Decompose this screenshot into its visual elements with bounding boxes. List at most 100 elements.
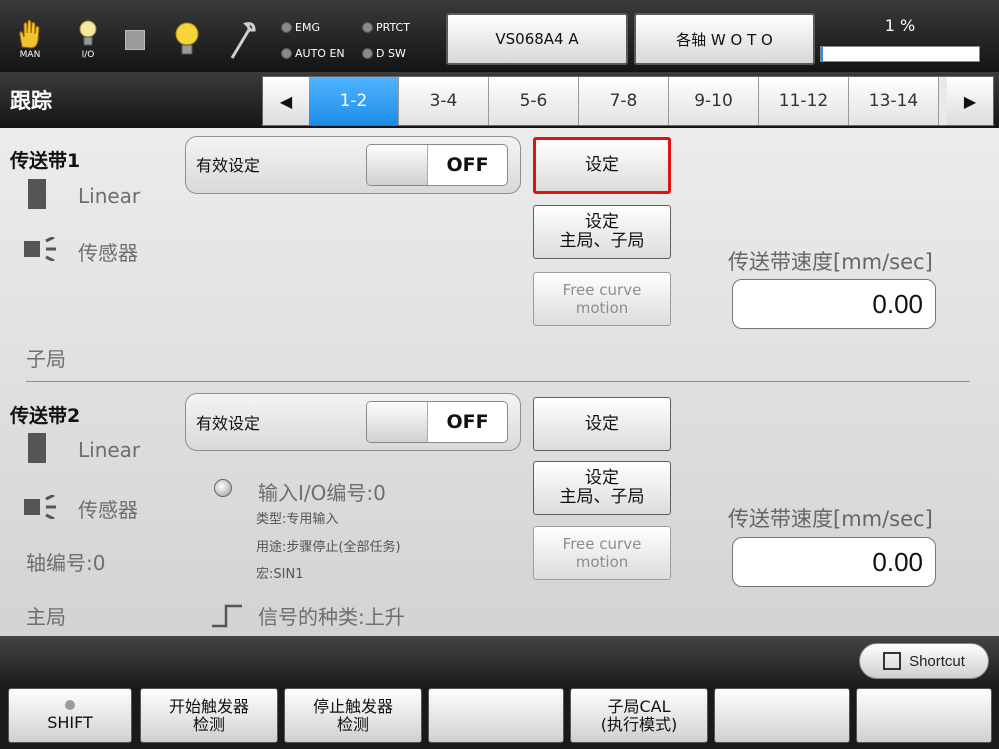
led-label: PRTCT [376,21,410,34]
dsw-led: D SW [362,47,406,60]
conveyor1-speed-label: 传送带速度[mm/sec] [728,250,933,274]
key-label: (执行模式) [600,714,678,734]
linear-icon [28,179,46,209]
bulb-icon [175,22,199,55]
tab-9-10[interactable]: 9-10 [669,77,759,125]
speed-bar[interactable] [820,46,980,62]
tab-1-2[interactable]: 1-2 [309,77,399,125]
conveyor2-sensor: 传感器 [78,498,138,522]
button-line: 设定 [585,212,619,232]
conveyor1-speed-value[interactable]: 0.00 [732,279,936,329]
toggle-value: OFF [446,154,489,176]
speed-percent: 1 % [884,16,916,35]
section-divider [26,381,970,382]
conveyor2-role: 主局 [26,605,66,629]
conveyor2-valid-toggle[interactable]: OFF [366,401,508,443]
button-line: motion [575,553,629,571]
hand-icon [19,19,40,49]
led-label: AUTO EN [295,47,345,60]
tab-11-12[interactable]: 11-12 [759,77,849,125]
speed-bar-fill [821,47,823,61]
shortcut-icon [883,652,902,670]
function-key-7[interactable] [856,688,992,743]
led-label: D SW [376,47,406,60]
function-key-6[interactable] [714,688,850,743]
key-label: 停止触发器 [312,696,393,716]
conveyor1-set-button[interactable]: 设定 [533,137,671,194]
tab-prev-button[interactable]: ◀ [263,77,309,125]
key-label: SHIFT [47,712,93,732]
sensor-icon [24,235,60,265]
shift-key[interactable]: SHIFT [8,688,132,743]
prtct-led: PRTCT [362,21,410,34]
shortcut-row [0,636,999,686]
button-line: 设定 [585,468,619,488]
io-status-indicator [214,479,232,497]
led-label: EMG [295,21,320,34]
rising-edge-icon [212,604,244,632]
tab-next-button[interactable]: ▶ [947,77,993,125]
slave-cal-key[interactable]: 子局CAL (执行模式) [570,688,708,743]
button-line: Free curve [562,535,642,553]
toggle-knob [367,145,428,185]
conveyor2-free-curve-button[interactable]: Free curve motion [533,526,671,580]
tab-7-8[interactable]: 7-8 [579,77,669,125]
page-title: 跟踪 [10,89,52,113]
conveyor2-signal-type: 信号的种类:上升 [258,605,405,629]
conveyor2-set-button[interactable]: 设定 [533,397,671,451]
stop-trigger-detect-key[interactable]: 停止触发器 检测 [284,688,422,743]
io-button[interactable]: I/O [72,14,104,64]
axis-mode-button[interactable]: 各轴 W O T O [634,13,815,65]
lamp-button[interactable] [172,18,202,62]
conveyor1-valid-toggle[interactable]: OFF [366,144,508,186]
auto-en-led: AUTO EN [281,47,345,60]
conveyor2-io-type: 类型:专用输入 [256,512,339,527]
led-dot [281,22,292,33]
shortcut-label: Shortcut [909,652,965,670]
stop-square-icon[interactable] [125,30,145,50]
tab-5-6[interactable]: 5-6 [489,77,579,125]
valid-setting-label: 有效设定 [196,156,261,175]
function-key-4[interactable] [428,688,564,743]
led-dot [281,48,292,59]
conveyor1-type: Linear [78,184,141,208]
button-line: motion [575,299,629,317]
conveyor1-master-slave-button[interactable]: 设定 主局、子局 [533,205,671,259]
conveyor2-title: 传送带2 [10,405,81,427]
sensor-icon [24,493,60,523]
toggle-knob [367,402,428,442]
conveyor1-role: 子局 [26,347,66,371]
tab-strip: ◀ 1-2 3-4 5-6 7-8 9-10 11-12 13-14 ▶ [262,76,994,126]
conveyor2-speed-value[interactable]: 0.00 [732,537,936,587]
triangle-right-icon: ▶ [963,91,977,111]
tab-13-14[interactable]: 13-14 [849,77,939,125]
button-line: 主局、子局 [559,231,645,251]
conveyor2-axis-number: 轴编号:0 [26,551,106,575]
linear-icon [28,433,46,463]
key-label: 子局CAL [607,696,671,716]
conveyor2-io-macro: 宏:SIN1 [256,567,304,582]
led-dot [362,48,373,59]
conveyor1-sensor: 传感器 [78,241,138,265]
tab-3-4[interactable]: 3-4 [399,77,489,125]
toggle-value: OFF [446,411,489,433]
key-label: 检测 [336,714,369,734]
key-label: 检测 [192,714,225,734]
robot-model-button[interactable]: VS068A4 A [446,13,628,65]
manual-mode-button[interactable]: MAN [14,14,46,64]
conveyor1-free-curve-button[interactable]: Free curve motion [533,272,671,326]
bulb-icon [79,20,97,45]
shortcut-button[interactable]: Shortcut [859,643,989,679]
conveyor2-io-number: 输入I/O编号:0 [258,481,386,505]
conveyor2-speed-label: 传送带速度[mm/sec] [728,507,933,531]
conveyor1-title: 传送带1 [10,150,81,172]
conveyor2-master-slave-button[interactable]: 设定 主局、子局 [533,461,671,515]
triangle-left-icon: ◀ [279,91,293,111]
led-dot [362,22,373,33]
shift-led [65,699,75,710]
wrench-icon[interactable] [228,20,258,60]
start-trigger-detect-key[interactable]: 开始触发器 检测 [140,688,278,743]
conveyor2-type: Linear [78,438,141,462]
valid-setting-label: 有效设定 [196,414,261,433]
io-label: I/O [81,49,95,60]
